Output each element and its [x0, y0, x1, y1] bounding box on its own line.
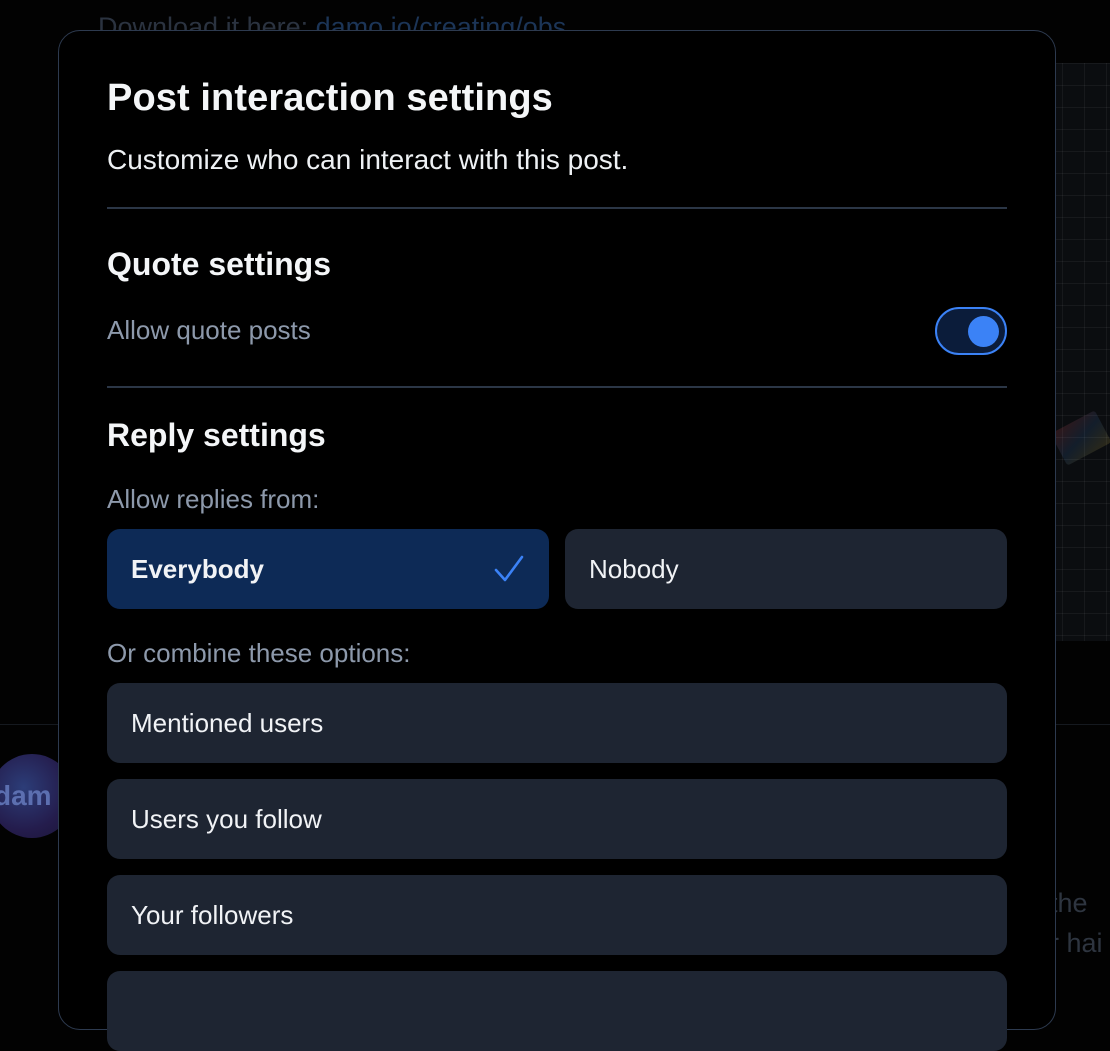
- mentioned-users-option[interactable]: Mentioned users: [107, 683, 1007, 763]
- allow-replies-from-label: Allow replies from:: [107, 484, 320, 514]
- option-label: Users you follow: [131, 803, 322, 834]
- background-avatar-label: dam: [0, 780, 52, 811]
- allow-quote-posts-toggle[interactable]: [935, 307, 1007, 355]
- users-you-follow-option[interactable]: Users you follow: [107, 779, 1007, 859]
- option-label: Your followers: [131, 899, 294, 930]
- quote-settings-heading: Quote settings: [107, 246, 332, 282]
- nobody-option[interactable]: Nobody: [565, 529, 1007, 609]
- everybody-option-label: Everybody: [131, 553, 264, 584]
- section-divider: [107, 386, 1007, 388]
- allow-quote-posts-label: Allow quote posts: [107, 315, 311, 345]
- your-followers-option[interactable]: Your followers: [107, 875, 1007, 955]
- nobody-option-label: Nobody: [589, 553, 679, 584]
- section-divider: [107, 207, 1007, 209]
- reply-settings-heading: Reply settings: [107, 417, 326, 453]
- dialog-subtitle: Customize who can interact with this pos…: [107, 144, 629, 175]
- toggle-knob: [968, 316, 999, 347]
- list-option[interactable]: [107, 971, 1007, 1051]
- option-label: Mentioned users: [131, 707, 324, 738]
- combine-options-label: Or combine these options:: [107, 638, 411, 668]
- post-interaction-settings-dialog: Post interaction settings Customize who …: [58, 30, 1056, 1051]
- background-post-text: r hai: [1050, 928, 1103, 958]
- everybody-option[interactable]: Everybody: [107, 529, 549, 609]
- check-icon: [494, 555, 524, 582]
- dialog-title: Post interaction settings: [107, 77, 553, 119]
